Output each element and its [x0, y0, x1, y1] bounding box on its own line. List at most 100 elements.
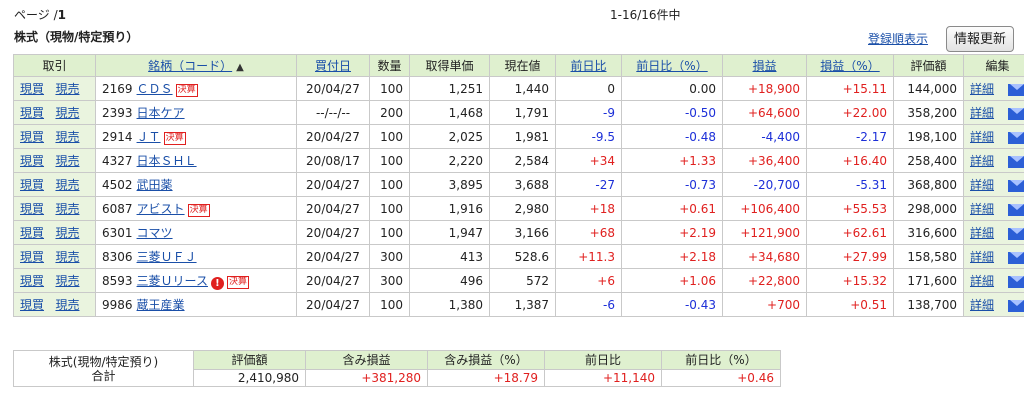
edit-cell: 詳細 [963, 244, 1024, 269]
edit-cell: 詳細 [963, 268, 1024, 293]
detail-link[interactable]: 詳細 [970, 130, 994, 144]
stock-name-link[interactable]: 日本ケア [137, 106, 185, 120]
stock-name-link[interactable]: 日本ＳＨＬ [137, 154, 197, 168]
buy-link[interactable]: 現買 [20, 130, 44, 144]
trade-cell: 現買 現売 [13, 100, 96, 125]
buy-link[interactable]: 現買 [20, 178, 44, 192]
edit-cell: 詳細 [963, 124, 1024, 149]
col-pl-pct[interactable]: 損益（%） [806, 54, 894, 77]
trade-cell: 現買 現売 [13, 76, 96, 101]
detail-link[interactable]: 詳細 [970, 82, 994, 96]
current-price: 572 [489, 268, 556, 293]
sell-link[interactable]: 現売 [55, 154, 79, 168]
settlement-badge[interactable]: 決算 [187, 204, 210, 217]
stock-name-link[interactable]: 三菱ＵＦＪ [137, 250, 197, 264]
buy-link[interactable]: 現買 [20, 106, 44, 120]
settlement-badge[interactable]: 決算 [175, 84, 198, 97]
sell-link[interactable]: 現売 [55, 250, 79, 264]
sell-link[interactable]: 現売 [55, 298, 79, 312]
buy-date: 20/04/27 [296, 124, 370, 149]
stock-code: 2169 [102, 82, 133, 96]
buy-link[interactable]: 現買 [20, 274, 44, 288]
cost-price: 2,025 [409, 124, 490, 149]
buy-link[interactable]: 現買 [20, 82, 44, 96]
sell-link[interactable]: 現売 [55, 106, 79, 120]
stock-name-link[interactable]: コマツ [137, 226, 173, 240]
stock-name-link[interactable]: 蔵王産業 [137, 298, 185, 312]
registration-order-link[interactable]: 登録順表示 [868, 30, 928, 47]
profit-loss: -20,700 [722, 172, 807, 197]
sell-link[interactable]: 現売 [55, 82, 79, 96]
trade-cell: 現買 現売 [13, 292, 96, 317]
stock-name-link[interactable]: ＣＤＳ [137, 82, 173, 96]
detail-link[interactable]: 詳細 [970, 250, 994, 264]
profit-loss-pct: +62.61 [806, 220, 894, 245]
day-change: -27 [555, 172, 622, 197]
col-change-pct[interactable]: 前日比（%） [621, 54, 723, 77]
day-change-pct: +2.19 [621, 220, 723, 245]
sell-link[interactable]: 現売 [55, 226, 79, 240]
col-change[interactable]: 前日比 [555, 54, 622, 77]
mail-icon[interactable] [1008, 179, 1024, 192]
mail-icon[interactable] [1008, 107, 1024, 120]
buy-link[interactable]: 現買 [20, 154, 44, 168]
stock-name-link[interactable]: ＪＴ [137, 130, 161, 144]
stock-name-link[interactable]: 三菱Ｕリース [137, 274, 208, 288]
day-change-pct: +0.61 [621, 196, 723, 221]
table-row: 現買 現売 2393 日本ケア --/--/-- 200 1,468 1,791 -9 -0.5… [13, 100, 1024, 125]
detail-link[interactable]: 詳細 [970, 274, 994, 288]
mail-icon[interactable] [1008, 131, 1024, 144]
sell-link[interactable]: 現売 [55, 274, 79, 288]
detail-link[interactable]: 詳細 [970, 298, 994, 312]
detail-link[interactable]: 詳細 [970, 226, 994, 240]
settlement-badge[interactable]: 決算 [226, 275, 249, 289]
sell-link[interactable]: 現売 [55, 202, 79, 216]
table-header-row: 取引 銘柄（コード） ▲ 買付日 数量 取得単価 現在値 前日比 前日比（%） 損… [13, 54, 1024, 77]
stock-code: 8306 [102, 250, 133, 264]
col-name[interactable]: 銘柄（コード） ▲ [95, 54, 297, 77]
settlement-badge[interactable]: 決算 [163, 132, 186, 145]
detail-link[interactable]: 詳細 [970, 106, 994, 120]
stock-name-link[interactable]: 武田薬 [137, 178, 173, 192]
detail-link[interactable]: 詳細 [970, 202, 994, 216]
mail-icon[interactable] [1008, 83, 1024, 96]
current-price: 1,791 [489, 100, 556, 125]
alert-icon[interactable]: ! [210, 276, 224, 290]
summary-col: 前日比 [544, 350, 662, 370]
trade-cell: 現買 現売 [13, 196, 96, 221]
sell-link[interactable]: 現売 [55, 178, 79, 192]
col-pl[interactable]: 損益 [722, 54, 807, 77]
edit-cell: 詳細 [963, 76, 1024, 101]
quantity: 100 [369, 172, 410, 197]
profit-loss: +22,800 [722, 268, 807, 293]
stock-code: 2393 [102, 106, 133, 120]
detail-link[interactable]: 詳細 [970, 154, 994, 168]
profit-loss: +34,680 [722, 244, 807, 269]
buy-link[interactable]: 現買 [20, 226, 44, 240]
sell-link[interactable]: 現売 [55, 130, 79, 144]
col-buy-date[interactable]: 買付日 [296, 54, 370, 77]
current-price: 3,166 [489, 220, 556, 245]
buy-link[interactable]: 現買 [20, 250, 44, 264]
stock-cell: 2393 日本ケア [95, 100, 297, 125]
buy-link[interactable]: 現買 [20, 202, 44, 216]
refresh-button[interactable]: 情報更新 [946, 26, 1014, 52]
table-row: 現買 現売 8306 三菱ＵＦＪ 20/04/27 300 413 528.6 +11.3 +2… [13, 244, 1024, 269]
buy-date: 20/04/27 [296, 220, 370, 245]
mail-icon[interactable] [1008, 299, 1024, 312]
quantity: 100 [369, 292, 410, 317]
cost-price: 1,468 [409, 100, 490, 125]
buy-link[interactable]: 現買 [20, 298, 44, 312]
mail-icon[interactable] [1008, 155, 1024, 168]
stock-name-link[interactable]: アビスト [137, 202, 185, 216]
profit-loss-pct: -5.31 [806, 172, 894, 197]
summary-value: +381,280 [305, 368, 428, 387]
mail-icon[interactable] [1008, 251, 1024, 264]
detail-link[interactable]: 詳細 [970, 178, 994, 192]
trade-cell: 現買 現売 [13, 124, 96, 149]
mail-icon[interactable] [1008, 227, 1024, 240]
day-change: 0 [555, 76, 622, 101]
mail-icon[interactable] [1008, 203, 1024, 216]
cost-price: 1,947 [409, 220, 490, 245]
mail-icon[interactable] [1008, 275, 1024, 288]
